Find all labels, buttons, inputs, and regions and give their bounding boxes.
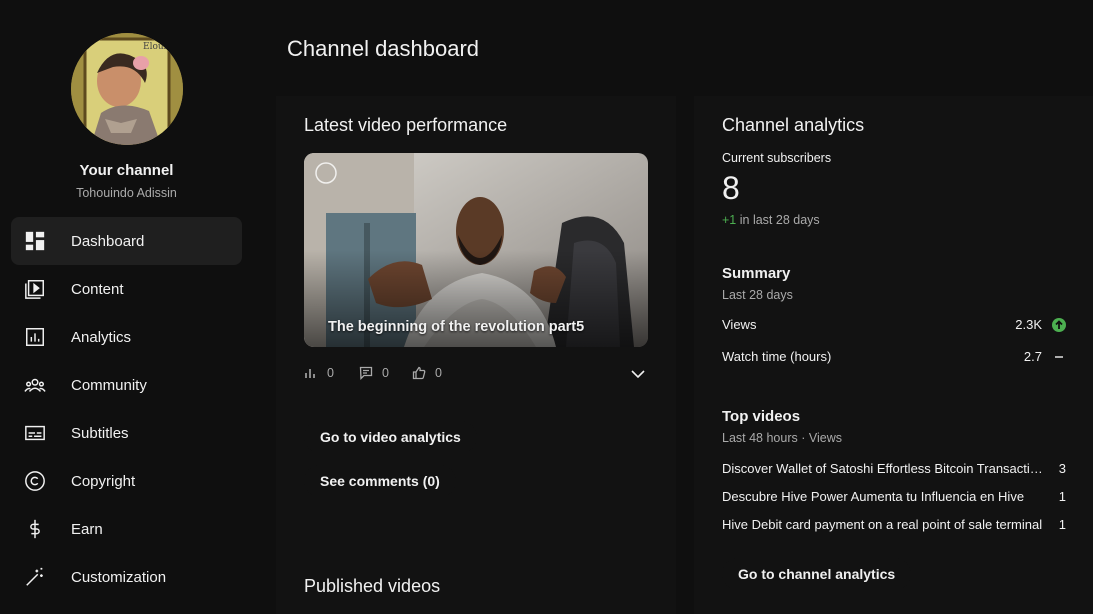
- up-arrow-icon: [1052, 318, 1066, 332]
- comments-count: 0: [382, 366, 389, 380]
- sidebar-item-content[interactable]: Content: [11, 265, 242, 313]
- subtitles-icon: [25, 425, 45, 441]
- see-comments-button[interactable]: See comments (0): [304, 465, 456, 497]
- sidebar-item-subtitles[interactable]: Subtitles: [11, 409, 242, 457]
- row-value: 2.7: [1023, 349, 1042, 364]
- channel-analytics-title: Channel analytics: [722, 115, 865, 135]
- comments-stat: 0: [359, 366, 389, 380]
- top-video-row[interactable]: Descubre Hive Power Aumenta tu Influenci…: [722, 489, 1066, 507]
- sidebar-item-label: Analytics: [71, 328, 132, 346]
- sidebar-item-label: Earn: [71, 520, 103, 538]
- top-video-views: 1: [1058, 489, 1066, 504]
- top-video-title: Descubre Hive Power Aumenta tu Influenci…: [722, 489, 1025, 504]
- chevron-down-icon[interactable]: [630, 368, 646, 380]
- community-icon: [24, 378, 46, 392]
- likes-count: 0: [435, 366, 442, 380]
- sidebar-nav: Dashboard Content Analytics Community Su…: [11, 217, 242, 601]
- studio-app: Eloubou Your channel Tohouindo Adissin D…: [0, 0, 1093, 614]
- likes-stat: 0: [412, 366, 442, 380]
- sidebar-item-dashboard[interactable]: Dashboard: [11, 217, 242, 265]
- channel-name: Tohouindo Adissin: [76, 186, 177, 200]
- video-title: The beginning of the revolution part5: [328, 319, 585, 335]
- top-video-title: Hive Debit card payment on a real point …: [722, 517, 1043, 532]
- dollar-icon: [30, 519, 40, 539]
- subscribers-delta-value: +1: [722, 213, 737, 227]
- summary-row-views: Views 2.3K: [722, 317, 1066, 335]
- svg-text:Eloubou: Eloubou: [143, 42, 181, 52]
- sidebar-item-label: Content: [71, 280, 124, 298]
- subscribers-label: Current subscribers: [722, 151, 832, 165]
- copyright-icon: [25, 471, 45, 491]
- dashboard-icon: [25, 231, 45, 251]
- summary-period: Last 28 days: [722, 288, 793, 302]
- top-videos-title: Top videos: [722, 408, 801, 425]
- top-video-row[interactable]: Discover Wallet of Satoshi Effortless Bi…: [722, 461, 1066, 479]
- magic-wand-icon: [26, 567, 43, 586]
- sidebar-item-analytics[interactable]: Analytics: [11, 313, 242, 361]
- comment-icon: [359, 366, 373, 380]
- sidebar-item-label: Subtitles: [71, 424, 129, 442]
- sidebar-item-community[interactable]: Community: [11, 361, 242, 409]
- thumbs-up-icon: [412, 366, 426, 380]
- subscribers-delta: +1 in last 28 days: [722, 213, 820, 227]
- go-to-video-analytics-button[interactable]: Go to video analytics: [304, 421, 477, 453]
- top-videos-period: Last 48 hours · Views: [722, 431, 842, 445]
- content-icon: [25, 280, 44, 299]
- views-count: 0: [327, 366, 334, 380]
- go-to-channel-analytics-button[interactable]: Go to channel analytics: [722, 558, 912, 590]
- sidebar: Eloubou Your channel Tohouindo Adissin D…: [0, 0, 253, 614]
- sidebar-item-label: Dashboard: [71, 232, 145, 250]
- latest-video-title: Latest video performance: [304, 115, 508, 135]
- subscribers-count: 8: [722, 170, 740, 206]
- sidebar-item-label: Customization: [71, 568, 167, 586]
- row-label: Watch time (hours): [722, 349, 832, 364]
- sidebar-item-label: Copyright: [71, 472, 136, 490]
- page-title: Channel dashboard: [287, 36, 480, 61]
- top-video-title: Discover Wallet of Satoshi Effortless Bi…: [722, 461, 1050, 476]
- avatar[interactable]: Eloubou: [71, 33, 183, 145]
- top-video-views: 3: [1058, 461, 1066, 476]
- published-videos-title: Published videos: [304, 576, 441, 596]
- views-stat: 0: [304, 366, 334, 380]
- top-video-row[interactable]: Hive Debit card payment on a real point …: [722, 517, 1066, 535]
- video-stats: 0 0 0: [304, 366, 648, 384]
- video-thumbnail[interactable]: The beginning of the revolution part5: [304, 153, 648, 347]
- sidebar-item-label: Community: [71, 376, 147, 394]
- sidebar-item-copyright[interactable]: Copyright: [11, 457, 242, 505]
- dash-icon: [1055, 356, 1063, 358]
- row-value: 2.3K: [1015, 317, 1042, 332]
- row-label: Views: [722, 317, 757, 332]
- top-video-views: 1: [1058, 517, 1066, 532]
- summary-title: Summary: [722, 265, 791, 282]
- views-icon: [305, 369, 315, 378]
- sidebar-item-earn[interactable]: Earn: [11, 505, 242, 553]
- analytics-icon: [26, 328, 44, 346]
- channel-title: Your channel: [79, 162, 174, 179]
- subscribers-delta-suffix: in last 28 days: [739, 213, 820, 227]
- sidebar-item-customization[interactable]: Customization: [11, 553, 242, 601]
- summary-row-watch-time: Watch time (hours) 2.7: [722, 349, 1066, 367]
